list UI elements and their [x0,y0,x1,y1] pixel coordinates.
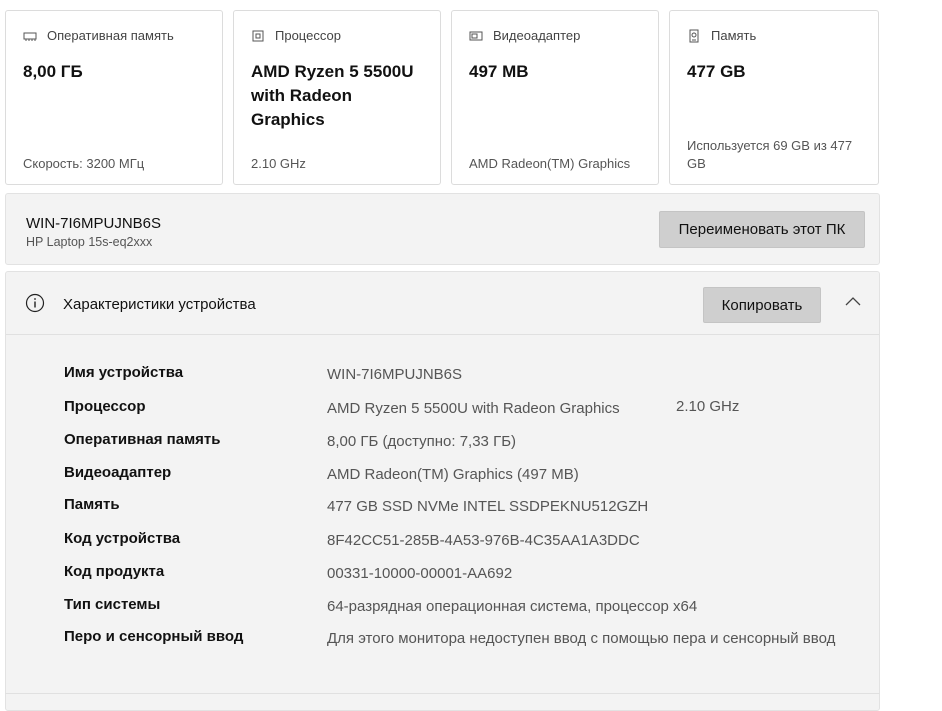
card-gpu: Видеоадаптер 497 MB AMD Radeon(TM) Graph… [451,10,659,185]
spec-label: Код устройства [64,530,181,547]
chevron-up-icon[interactable] [844,294,862,308]
card-title: Память [711,28,757,43]
spec-label: Процессор [64,398,146,415]
card-title: Видеоадаптер [493,28,581,43]
storage-icon [687,29,701,43]
device-specs-title: Характеристики устройства [63,296,256,313]
rename-pc-button[interactable]: Переименовать этот ПК [659,211,865,248]
spec-label: Тип системы [64,596,161,613]
spec-label: Код продукта [64,563,165,580]
spec-value: WIN-7I6MPUJNB6S [327,366,463,383]
gpu-icon [469,29,483,43]
spec-value: 8,00 ГБ (доступно: 7,33 ГБ) [327,433,517,450]
pc-model: HP Laptop 15s-eq2xxx [26,235,153,249]
device-specs-panel: Характеристики устройства Копировать Имя… [5,271,880,711]
pc-name: WIN-7I6MPUJNB6S [26,215,162,232]
card-title: Оперативная память [47,28,174,43]
card-ram: Оперативная память 8,00 ГБ Скорость: 320… [5,10,223,185]
pc-name-bar: WIN-7I6MPUJNB6S HP Laptop 15s-eq2xxx Пер… [5,193,880,265]
spec-value: AMD Ryzen 5 5500U with Radeon Graphics [327,400,620,417]
card-storage: Память 477 GB Используется 69 GB из 477 … [669,10,879,185]
card-value: 8,00 ГБ [23,62,83,81]
spec-value: 64-разрядная операционная система, проце… [327,598,698,615]
card-value: 477 GB [687,62,746,81]
spec-label: Имя устройства [64,364,184,381]
card-processor: Процессор AMD Ryzen 5 5500U with Radeon … [233,10,441,185]
ram-icon [23,29,37,43]
divider [5,693,880,694]
spec-value: 477 GB SSD NVMe INTEL SSDPEKNU512GZH [327,498,649,515]
card-value: 497 MB [469,62,529,81]
card-value: AMD Ryzen 5 5500U with Radeon Graphics [251,62,414,129]
copy-button[interactable]: Копировать [703,287,821,323]
spec-value-extra: 2.10 GHz [676,398,740,415]
card-subtitle: AMD Radeon(TM) Graphics [469,156,631,171]
summary-cards: Оперативная память 8,00 ГБ Скорость: 320… [5,10,879,185]
spec-label: Оперативная память [64,431,221,448]
spec-label: Перо и сенсорный ввод [64,628,244,645]
info-icon [25,293,45,313]
spec-value: Для этого монитора недоступен ввод с пом… [327,630,836,647]
card-subtitle: 2.10 GHz [251,156,306,171]
processor-icon [251,29,265,43]
card-subtitle: Скорость: 3200 МГц [23,156,145,171]
spec-value: AMD Radeon(TM) Graphics (497 MB) [327,466,579,483]
device-specs-header[interactable]: Характеристики устройства Копировать [6,272,879,335]
spec-value: 00331-10000-00001-AA692 [327,565,513,582]
spec-label: Видеоадаптер [64,464,172,481]
card-subtitle: Используется 69 GB из 477 GB [687,138,853,171]
spec-label: Память [64,496,120,513]
card-title: Процессор [275,28,341,43]
spec-value: 8F42CC51-285B-4A53-976B-4C35AA1A3DDC [327,532,640,549]
